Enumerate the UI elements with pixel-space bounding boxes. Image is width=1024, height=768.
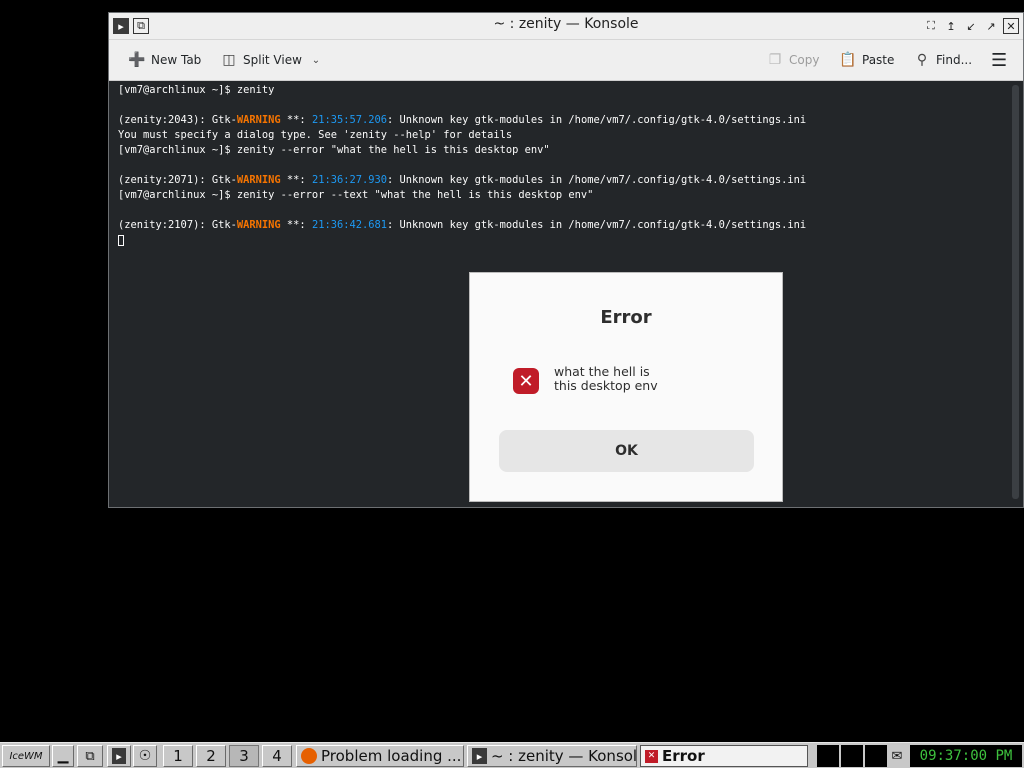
task-label: Error (662, 747, 705, 765)
fullscreen-icon[interactable]: ⛶ (923, 18, 939, 34)
dialog-message-line: this desktop env (554, 378, 658, 393)
task-label: Problem loading ... (321, 747, 462, 765)
terminal-line: [vm7@archlinux ~]$ zenity --error "what … (118, 144, 550, 156)
task-konsole[interactable]: ▸ ~ : zenity — Konsole (467, 745, 637, 767)
hamburger-menu-icon: ☰ (990, 49, 1008, 71)
browser-launcher[interactable]: ☉ (133, 745, 157, 767)
workspace-label: 1 (173, 747, 183, 765)
start-menu-button[interactable]: IceWM (2, 745, 50, 767)
copy-label: Copy (789, 53, 820, 67)
show-desktop-button[interactable]: ▁ (52, 745, 74, 767)
workspace-4[interactable]: 4 (262, 745, 292, 767)
icewm-logo: IceWM (9, 750, 43, 762)
split-view-button[interactable]: ◫ Split View ⌄ (221, 50, 324, 70)
error-icon: ✕ (645, 749, 658, 763)
copy-icon: ❐ (768, 52, 782, 68)
error-icon: ✕ (513, 368, 539, 394)
terminal-line: (zenity:2043): Gtk-WARNING **: 21:35:57.… (118, 114, 807, 126)
paste-icon: 📋 (839, 52, 857, 68)
split-view-label: Split View (243, 53, 302, 67)
terminal-cursor (118, 234, 124, 246)
konsole-titlebar[interactable]: ▸ ⧉ ~ : zenity — Konsole ⛶ ↥ ↙ ↗ ✕ (109, 13, 1023, 40)
terminal-line: You must specify a dialog type. See 'zen… (118, 129, 513, 141)
konsole-toolbar: ➕ New Tab ◫ Split View ⌄ ❐ Copy 📋 Paste … (109, 40, 1023, 81)
search-icon: ⚲ (916, 52, 928, 68)
workspace-label: 3 (239, 747, 249, 765)
dialog-title: Error (600, 307, 652, 328)
task-firefox[interactable]: Problem loading ... (296, 745, 464, 767)
workspace-3[interactable]: 3 (229, 745, 259, 767)
new-tab-label: New Tab (151, 53, 202, 67)
cpu-monitor-icon (817, 745, 839, 767)
network-monitor-icon (841, 745, 863, 767)
hamburger-menu-button[interactable]: ☰ (990, 49, 1008, 71)
terminal-line: [vm7@archlinux ~]$ zenity (118, 84, 275, 96)
minimize-icon[interactable]: ↙ (963, 18, 979, 34)
paste-label: Paste (862, 53, 895, 67)
workspace-1[interactable]: 1 (163, 745, 193, 767)
ok-button[interactable]: OK (499, 430, 754, 472)
memory-monitor-icon (865, 745, 887, 767)
terminal-line: (zenity:2071): Gtk-WARNING **: 21:36:27.… (118, 174, 807, 186)
window-title: ~ : zenity — Konsole (493, 16, 639, 32)
firefox-icon (301, 748, 317, 764)
dialog-message: what the hell is this desktop env (554, 365, 684, 393)
terminal-cursor-line (118, 233, 124, 248)
terminal-icon: ▸ (112, 748, 126, 764)
maximize-icon[interactable]: ↗ (983, 18, 999, 34)
globe-icon: ☉ (138, 748, 152, 764)
split-view-icon: ◫ (222, 52, 236, 68)
taskbar: IceWM ▁ ⧉ ▸ ☉ 1 2 3 4 Problem loading ..… (0, 742, 1024, 768)
workspace-label: 2 (206, 747, 216, 765)
close-icon[interactable]: ✕ (1003, 18, 1019, 34)
error-dialog: Error ✕ what the hell is this desktop en… (469, 272, 783, 502)
task-error[interactable]: ✕ Error (640, 745, 808, 767)
copy-button[interactable]: ❐ Copy (767, 50, 820, 70)
minimize-all-icon: ▁ (57, 748, 69, 764)
mail-icon[interactable]: ✉ (888, 745, 906, 767)
new-tab-button[interactable]: ➕ New Tab (128, 50, 202, 70)
find-button[interactable]: ⚲ Find... (914, 50, 972, 70)
new-tab-icon: ➕ (128, 52, 146, 68)
window-list-button[interactable]: ⧉ (77, 745, 103, 767)
find-label: Find... (936, 53, 973, 67)
chevron-down-icon: ⌄ (311, 54, 321, 66)
task-label: ~ : zenity — Konsole (490, 747, 636, 765)
dialog-message-line: what the hell is (554, 364, 650, 379)
terminal-launcher[interactable]: ▸ (107, 745, 131, 767)
window-list-icon: ⧉ (85, 748, 95, 764)
terminal-scrollbar[interactable] (1012, 85, 1019, 499)
clock[interactable]: 09:37:00 PM (910, 745, 1022, 767)
rollup-icon[interactable]: ↥ (943, 18, 959, 34)
paste-button[interactable]: 📋 Paste (839, 50, 895, 70)
konsole-icon: ▸ (472, 748, 487, 764)
terminal-line: (zenity:2107): Gtk-WARNING **: 21:36:42.… (118, 219, 807, 231)
workspace-2[interactable]: 2 (196, 745, 226, 767)
terminal-line: [vm7@archlinux ~]$ zenity --error --text… (118, 189, 594, 201)
workspace-label: 4 (272, 747, 282, 765)
